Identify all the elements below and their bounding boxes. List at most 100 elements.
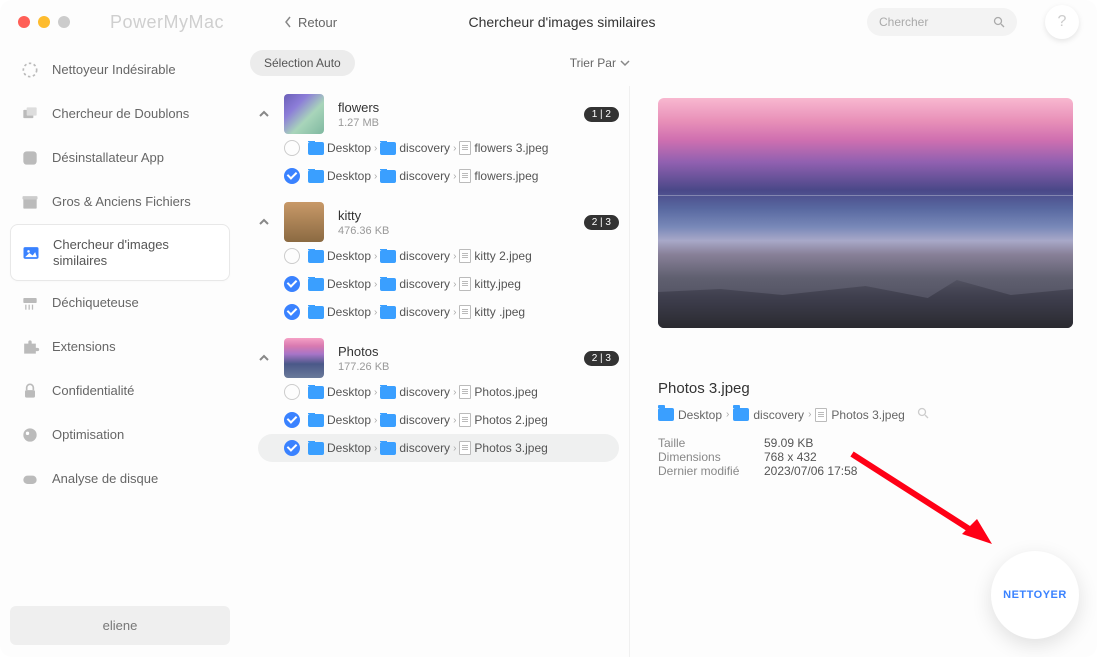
path-segment: discovery xyxy=(753,408,804,422)
file-checkbox[interactable] xyxy=(284,384,300,400)
help-button[interactable]: ? xyxy=(1045,5,1079,39)
auto-select-button[interactable]: Sélection Auto xyxy=(250,50,355,76)
close-window-button[interactable] xyxy=(18,16,30,28)
folder-icon xyxy=(308,386,324,399)
sidebar-item-junk-cleaner[interactable]: Nettoyeur Indésirable xyxy=(10,48,230,92)
group-info: Photos 177.26 KB xyxy=(338,344,570,373)
file-checkbox[interactable] xyxy=(284,412,300,428)
file-row[interactable]: Desktop› discovery› Photos.jpeg xyxy=(258,378,619,406)
folder-icon xyxy=(380,170,396,183)
search-placeholder: Chercher xyxy=(879,15,993,29)
group-size: 1.27 MB xyxy=(338,117,570,129)
file-path: Desktop› discovery› kitty.jpeg xyxy=(308,277,521,291)
sidebar-item-similar-images[interactable]: Chercheur d'images similaires xyxy=(10,224,230,281)
collapse-toggle[interactable] xyxy=(258,353,270,363)
file-path: Desktop› discovery› Photos 2.jpeg xyxy=(308,413,548,427)
result-group: flowers 1.27 MB 1 | 2 Desktop› discovery… xyxy=(240,86,629,194)
meta-val-dimensions: 768 x 432 xyxy=(764,450,817,464)
file-row[interactable]: Desktop› discovery› kitty .jpeg xyxy=(258,298,619,326)
puzzle-icon xyxy=(20,337,40,357)
file-checkbox[interactable] xyxy=(284,276,300,292)
detail-meta: Taille59.09 KB Dimensions768 x 432 Derni… xyxy=(658,436,1073,478)
meta-key-dimensions: Dimensions xyxy=(658,450,764,464)
folder-icon xyxy=(380,142,396,155)
sidebar-item-label: Analyse de disque xyxy=(52,471,158,487)
minimize-window-button[interactable] xyxy=(38,16,50,28)
path-segment: Desktop xyxy=(678,408,722,422)
collapse-toggle[interactable] xyxy=(258,217,270,227)
file-path: Desktop› discovery› flowers.jpeg xyxy=(308,169,538,183)
sidebar-item-label: Optimisation xyxy=(52,427,124,443)
file-row[interactable]: Desktop› discovery› flowers 3.jpeg xyxy=(258,134,619,162)
app-brand: PowerMyMac xyxy=(110,12,224,33)
sidebar-item-extensions[interactable]: Extensions xyxy=(10,325,230,369)
meta-key-size: Taille xyxy=(658,436,764,450)
sidebar-item-label: Désinstallateur App xyxy=(52,150,164,166)
titlebar: PowerMyMac Retour Chercheur d'images sim… xyxy=(0,0,1097,44)
page-title: Chercheur d'images similaires xyxy=(257,14,867,30)
detail-filename: Photos 3.jpeg xyxy=(658,380,1073,397)
file-checkbox[interactable] xyxy=(284,248,300,264)
file-checkbox[interactable] xyxy=(284,440,300,456)
file-icon xyxy=(459,277,471,291)
file-icon xyxy=(459,441,471,455)
file-row[interactable]: Desktop› discovery› flowers.jpeg xyxy=(258,162,619,190)
file-checkbox[interactable] xyxy=(284,304,300,320)
file-checkbox[interactable] xyxy=(284,140,300,156)
search-input[interactable]: Chercher xyxy=(867,8,1017,36)
file-icon xyxy=(459,385,471,399)
file-path: Desktop› discovery› Photos 3.jpeg xyxy=(308,441,548,455)
sidebar-item-duplicate-finder[interactable]: Chercheur de Doublons xyxy=(10,92,230,136)
group-size: 177.26 KB xyxy=(338,361,570,373)
file-row[interactable]: Desktop› discovery› Photos 2.jpeg xyxy=(258,406,619,434)
user-pill[interactable]: eliene xyxy=(10,606,230,645)
sidebar-item-label: Déchiqueteuse xyxy=(52,295,139,311)
reveal-icon[interactable] xyxy=(917,407,929,422)
file-row[interactable]: Desktop› discovery› kitty 2.jpeg xyxy=(258,242,619,270)
folder-icon xyxy=(308,306,324,319)
sidebar-item-optimization[interactable]: Optimisation xyxy=(10,413,230,457)
file-icon xyxy=(815,408,827,422)
gear-icon xyxy=(20,60,40,80)
sidebar-item-uninstaller[interactable]: Désinstallateur App xyxy=(10,136,230,180)
sidebar-item-label: Gros & Anciens Fichiers xyxy=(52,194,191,210)
rocket-icon xyxy=(20,425,40,445)
sidebar-item-disk-analysis[interactable]: Analyse de disque xyxy=(10,457,230,501)
box-icon xyxy=(20,192,40,212)
shredder-icon xyxy=(20,293,40,313)
file-path: Desktop› discovery› flowers 3.jpeg xyxy=(308,141,548,155)
meta-val-modified: 2023/07/06 17:58 xyxy=(764,464,857,478)
group-header[interactable]: Photos 177.26 KB 2 | 3 xyxy=(258,338,619,378)
folder-icon xyxy=(308,414,324,427)
sidebar: Nettoyeur Indésirable Chercheur de Doubl… xyxy=(0,44,240,657)
file-icon xyxy=(459,305,471,319)
file-checkbox[interactable] xyxy=(284,168,300,184)
sidebar-item-privacy[interactable]: Confidentialité xyxy=(10,369,230,413)
clean-button[interactable]: NETTOYER xyxy=(991,551,1079,639)
collapse-toggle[interactable] xyxy=(258,109,270,119)
group-size: 476.36 KB xyxy=(338,225,570,237)
sidebar-item-label: Extensions xyxy=(52,339,116,355)
file-row[interactable]: Desktop› discovery› Photos 3.jpeg xyxy=(258,434,619,462)
detail-path: Desktop› discovery› Photos 3.jpeg xyxy=(658,407,1073,422)
detail-panel: Photos 3.jpeg Desktop› discovery› Photos… xyxy=(630,86,1097,657)
group-name: Photos xyxy=(338,344,570,359)
file-icon xyxy=(459,141,471,155)
group-header[interactable]: kitty 476.36 KB 2 | 3 xyxy=(258,202,619,242)
group-thumbnail xyxy=(284,202,324,242)
maximize-window-button[interactable] xyxy=(58,16,70,28)
folder-icon xyxy=(380,306,396,319)
results-list[interactable]: flowers 1.27 MB 1 | 2 Desktop› discovery… xyxy=(240,86,630,657)
duplicate-icon xyxy=(20,104,40,124)
group-count-badge: 2 | 3 xyxy=(584,351,619,366)
folder-icon xyxy=(380,442,396,455)
lock-icon xyxy=(20,381,40,401)
group-header[interactable]: flowers 1.27 MB 1 | 2 xyxy=(258,94,619,134)
meta-key-modified: Dernier modifié xyxy=(658,464,764,478)
file-row[interactable]: Desktop› discovery› kitty.jpeg xyxy=(258,270,619,298)
file-icon xyxy=(459,169,471,183)
sidebar-item-shredder[interactable]: Déchiqueteuse xyxy=(10,281,230,325)
sort-by-dropdown[interactable]: Trier Par xyxy=(570,56,630,70)
sidebar-item-large-old-files[interactable]: Gros & Anciens Fichiers xyxy=(10,180,230,224)
folder-icon xyxy=(380,386,396,399)
